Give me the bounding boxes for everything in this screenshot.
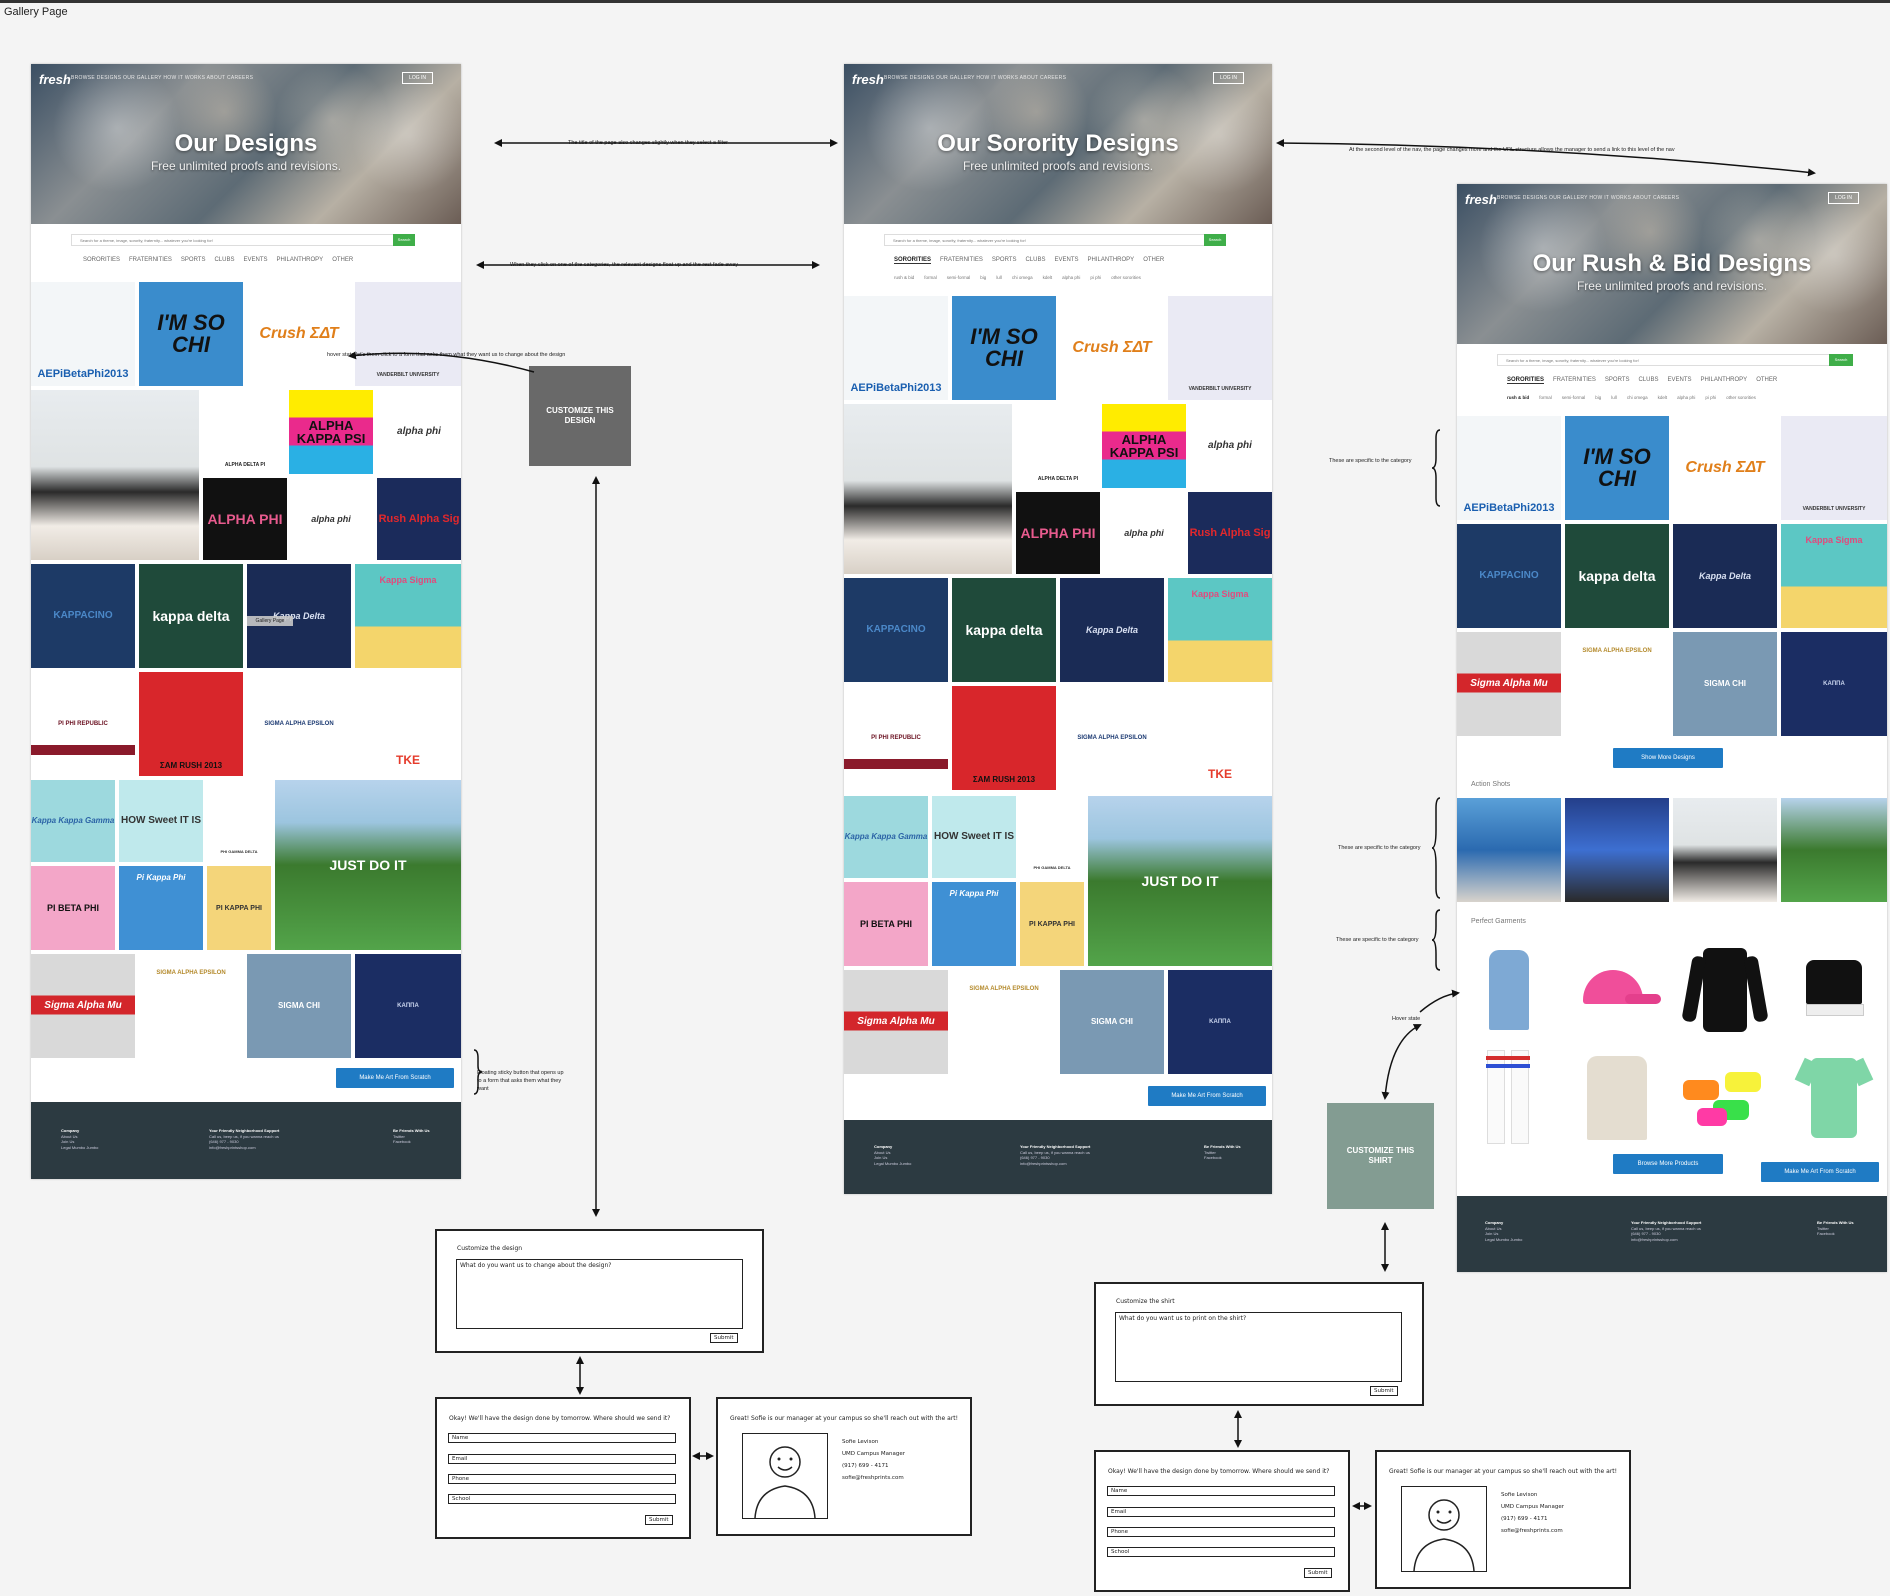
brace <box>1431 429 1441 507</box>
arrow <box>1419 989 1460 1013</box>
brace <box>473 1049 483 1095</box>
arrow <box>348 351 535 373</box>
annotation-arrows <box>348 139 1816 1510</box>
brace <box>1431 797 1441 899</box>
arrow <box>1381 1024 1422 1100</box>
arrow <box>1276 139 1816 177</box>
brace <box>1431 909 1441 971</box>
